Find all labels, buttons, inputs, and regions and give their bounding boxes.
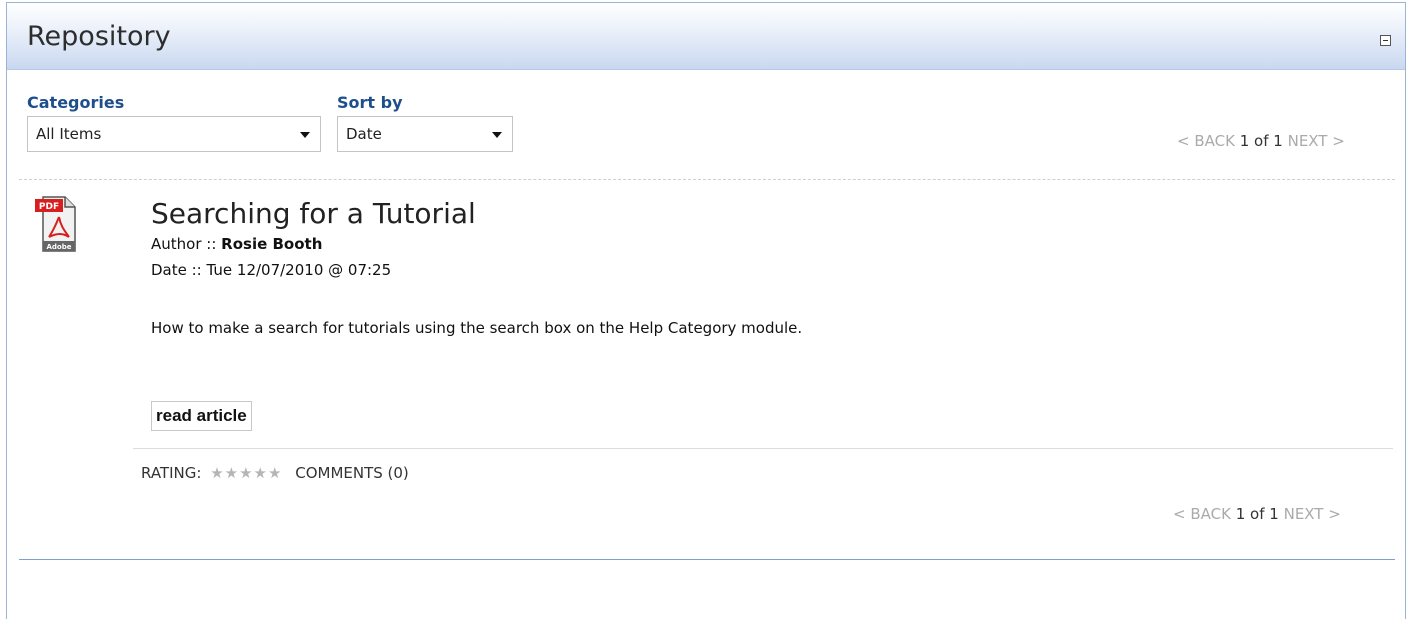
pdf-adobe-text: Adobe [47,243,72,251]
categories-label: Categories [27,93,125,112]
categories-selected-value: All Items [36,125,102,143]
panel-header: Repository [7,3,1405,70]
divider [133,448,1393,449]
pager-current: 1 of 1 [1239,132,1283,150]
divider [19,179,1395,180]
pager-next-link[interactable]: NEXT > [1284,505,1341,523]
article-author: Author :: Rosie Booth [151,235,322,253]
chevron-down-icon [300,132,310,138]
pager-top: < BACK 1 of 1 NEXT > [1177,132,1345,150]
article-description: How to make a search for tutorials using… [151,319,803,337]
collapse-icon[interactable] [1380,35,1391,46]
star-rating-icon[interactable]: ★★★★★ [210,464,282,482]
panel-title: Repository [27,21,171,52]
pdf-icon[interactable]: PDF Adobe [35,193,79,255]
date-value: Tue 12/07/2010 @ 07:25 [206,261,392,279]
article-title[interactable]: Searching for a Tutorial [151,197,476,230]
pager-back-link[interactable]: < BACK [1173,505,1231,523]
repository-panel: Repository Categories All Items Sort by … [6,2,1406,619]
rating-row: RATING: ★★★★★ COMMENTS (0) [141,464,409,482]
sort-selected-value: Date [346,125,382,143]
sort-by-select[interactable]: Date [337,116,513,152]
author-name: Rosie Booth [221,235,323,253]
comments-link[interactable]: COMMENTS (0) [295,464,409,482]
divider [19,559,1395,560]
pager-back-link[interactable]: < BACK [1177,132,1235,150]
pager-bottom: < BACK 1 of 1 NEXT > [1173,505,1341,523]
pager-current: 1 of 1 [1235,505,1279,523]
chevron-down-icon [492,132,502,138]
pdf-badge-text: PDF [39,202,59,212]
pager-next-link[interactable]: NEXT > [1288,132,1345,150]
rating-label: RATING: [141,464,202,482]
article-date: Date :: Tue 12/07/2010 @ 07:25 [151,261,391,279]
categories-select[interactable]: All Items [27,116,321,152]
sort-by-label: Sort by [337,93,403,112]
author-label: Author :: [151,235,217,253]
date-label: Date :: [151,261,202,279]
read-article-button[interactable]: read article [151,401,252,431]
